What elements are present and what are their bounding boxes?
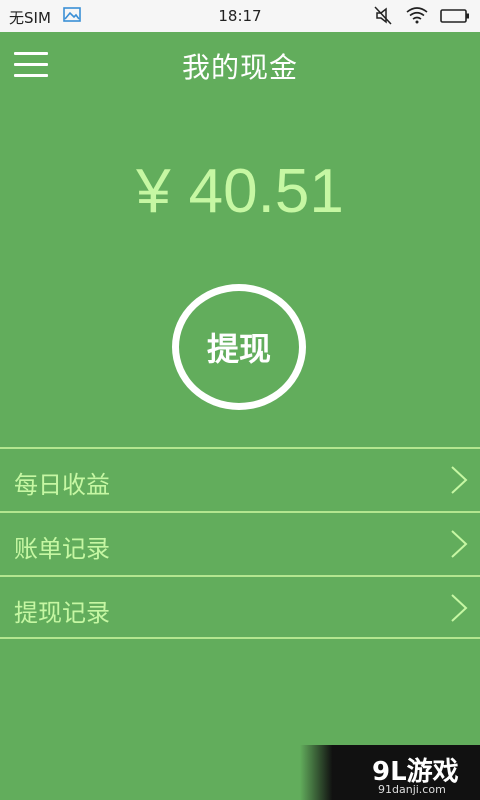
balance-amount: 40.51	[188, 157, 344, 226]
menu-item-label: 提现记录	[14, 599, 110, 627]
menu-item-label: 账单记录	[14, 535, 110, 563]
chevron-right-icon	[451, 466, 468, 494]
menu-item-label: 每日收益	[14, 471, 110, 499]
chevron-right-icon	[451, 594, 468, 622]
mute-icon	[374, 6, 392, 25]
wifi-icon	[406, 7, 428, 24]
page-title: 我的现金	[181, 51, 298, 84]
watermark-domain: 91danji.com	[378, 783, 446, 796]
watermark: 9L游戏 91danji.com	[300, 745, 480, 800]
menu-item-withdraw-records[interactable]: 提现记录	[0, 575, 480, 639]
withdraw-button[interactable]: 提现	[172, 284, 306, 410]
cash-balance: ¥40.51	[0, 156, 480, 227]
menu-list: 每日收益 账单记录 提现记录	[0, 447, 480, 639]
currency-symbol: ¥	[136, 157, 171, 226]
status-bar: 无SIM 18:17	[0, 0, 480, 32]
withdraw-button-label: 提现	[206, 330, 271, 368]
battery-icon	[440, 9, 469, 23]
top-bar: 我的现金	[0, 32, 480, 96]
menu-item-bill-records[interactable]: 账单记录	[0, 511, 480, 575]
chevron-right-icon	[451, 530, 468, 558]
menu-item-daily-earnings[interactable]: 每日收益	[0, 447, 480, 511]
